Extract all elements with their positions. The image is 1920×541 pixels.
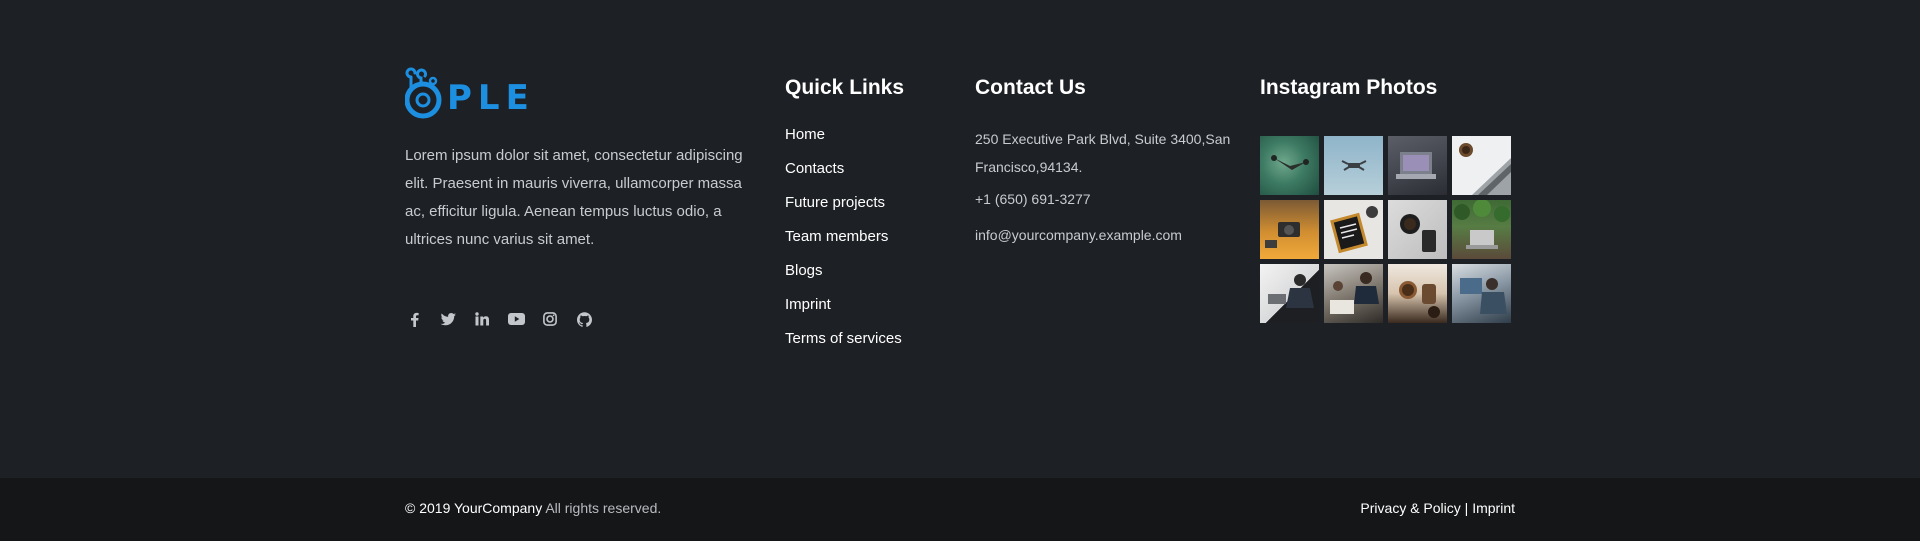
privacy-policy-link[interactable]: Privacy & Policy [1360,500,1460,516]
linkedin-link[interactable] [473,310,491,328]
about-section: PLE Lorem ipsum dolor sit amet, consecte… [405,67,750,328]
quick-links-section: Quick Links Home Contacts Future project… [785,77,955,363]
instagram-title: Instagram Photos [1260,76,1438,99]
instagram-photo-team-table[interactable] [1324,264,1383,323]
github-icon [576,311,592,327]
list-item: Future projects [785,193,955,227]
link-blogs[interactable]: Blogs [785,262,823,279]
instagram-photo-letter-board[interactable] [1324,200,1383,259]
instagram-photo-person-laptop[interactable] [1260,264,1319,323]
instagram-photo-drone-green[interactable] [1260,136,1319,195]
contact-section: Contact Us 250 Executive Park Blvd, Suit… [975,77,1240,245]
contact-email[interactable]: info@yourcompany.example.com [975,225,1240,245]
footer-bottom-bar: © 2019 YourCompany All rights reserved. … [0,478,1920,541]
legal-links: Privacy & Policy | Imprint [1360,498,1515,518]
instagram-icon [543,312,557,326]
instagram-photo-office-desk[interactable] [1452,264,1511,323]
list-item: Imprint [785,295,955,329]
instagram-grid [1260,136,1520,323]
link-team-members[interactable]: Team members [785,228,888,245]
instagram-photo-laptop-plants[interactable] [1452,200,1511,259]
contact-title: Contact Us [975,76,1086,99]
list-item: Terms of services [785,329,955,363]
list-item: Contacts [785,159,955,193]
instagram-photo-coffee-making[interactable] [1388,264,1447,323]
link-home[interactable]: Home [785,126,825,143]
imprint-link[interactable]: Imprint [1472,500,1515,516]
logo-mark-icon [405,67,442,119]
link-imprint[interactable]: Imprint [785,296,831,313]
facebook-icon [410,312,419,327]
link-future-projects[interactable]: Future projects [785,194,885,211]
contact-address: 250 Executive Park Blvd, Suite 3400,San … [975,131,1231,175]
instagram-section: Instagram Photos [1260,77,1520,323]
instagram-photo-keyboard-coffee[interactable] [1452,136,1511,195]
contact-phone: +1 (650) 691-3277 [975,191,1091,207]
github-link[interactable] [575,310,593,328]
list-item: Team members [785,227,955,261]
youtube-icon [507,313,525,325]
linkedin-icon [475,312,489,326]
instagram-photo-drone-sky[interactable] [1324,136,1383,195]
quick-links-list: Home Contacts Future projects Team membe… [785,125,955,363]
copyright-rights: All rights reserved. [542,500,662,516]
quick-links-title: Quick Links [785,76,905,99]
link-terms-of-services[interactable]: Terms of services [785,330,902,347]
brand-logo[interactable]: PLE [405,67,750,119]
twitter-icon [440,312,456,325]
legal-separator: | [1460,500,1473,516]
copyright-company: © 2019 YourCompany [405,500,543,516]
instagram-photo-camera-desk[interactable] [1260,200,1319,259]
footer-main: PLE Lorem ipsum dolor sit amet, consecte… [0,0,1920,478]
twitter-link[interactable] [439,310,457,328]
facebook-link[interactable] [405,310,423,328]
instagram-photo-laptop-desk[interactable] [1388,136,1447,195]
logo-text: PLE [447,78,535,118]
list-item: Home [785,125,955,159]
link-contacts[interactable]: Contacts [785,160,844,177]
copyright-text: © 2019 YourCompany All rights reserved. [405,498,661,518]
about-text: Lorem ipsum dolor sit amet, consectetur … [405,147,743,248]
youtube-link[interactable] [507,310,525,328]
list-item: Blogs [785,261,955,295]
social-links [405,310,750,328]
instagram-photo-coffee-phone[interactable] [1388,200,1447,259]
instagram-link[interactable] [541,310,559,328]
